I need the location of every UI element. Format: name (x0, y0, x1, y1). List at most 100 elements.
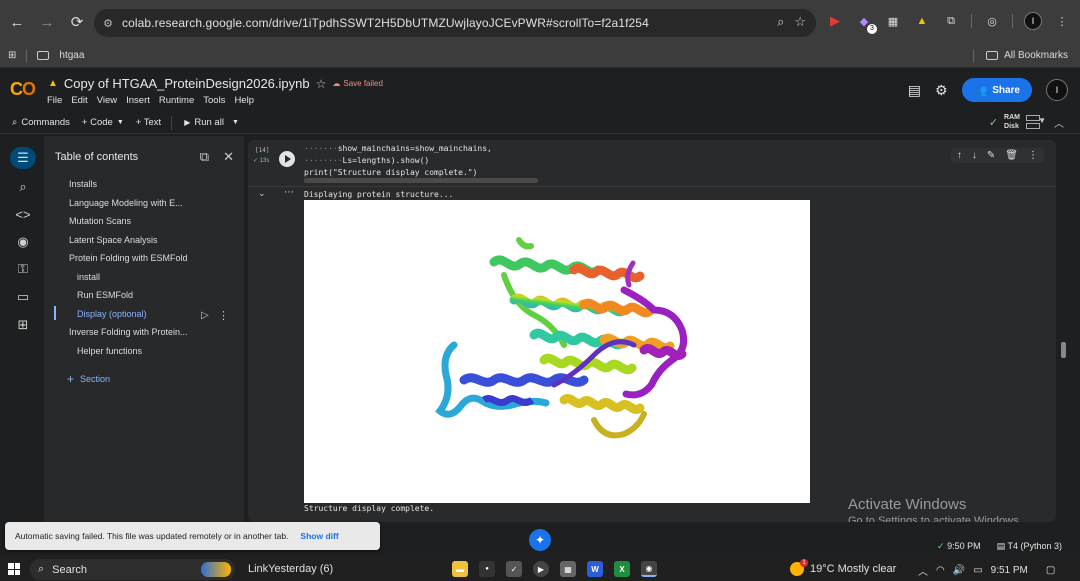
menu-file[interactable]: File (47, 95, 62, 106)
extension-icon[interactable]: ◆ 3 (855, 12, 877, 34)
toc-item-mutation-scans[interactable]: Mutation Scans (69, 216, 131, 226)
add-section-button[interactable]: + Section (67, 372, 110, 386)
move-up-icon[interactable]: ↑ (957, 150, 962, 161)
code-editor[interactable]: ·······show_mainchains=show_mainchains, … (304, 143, 492, 179)
notifications-icon[interactable]: ▢ (1046, 565, 1055, 576)
battery-icon[interactable]: ▭ (973, 565, 982, 576)
code-line-3[interactable]: print("Structure display complete.") (304, 168, 477, 177)
url-text[interactable]: colab.research.google.com/drive/1iTpdhSS… (122, 16, 649, 30)
notebook-title[interactable]: Copy of HTGAA_ProteinDesign2026.ipynb (64, 76, 310, 91)
clock[interactable]: 9:51 PM (991, 565, 1028, 576)
zoom-icon[interactable]: ⌕ (777, 14, 784, 30)
resource-monitor[interactable]: ✓ RAM Disk (989, 113, 1040, 131)
toc-item-display[interactable]: Display (optional) (77, 309, 147, 319)
commands-button[interactable]: ⌕ Commands (12, 117, 70, 128)
toc-item-run-esmfold[interactable]: Run ESMFold (77, 290, 133, 300)
collapse-up-icon[interactable]: ︿ (1054, 115, 1064, 130)
code-line-2[interactable]: Ls=lengths).show() (343, 156, 430, 165)
word-icon[interactable]: W (587, 561, 603, 577)
protein-3d-render[interactable] (304, 200, 810, 503)
app-check-icon[interactable]: ✓ (506, 561, 522, 577)
taskbar-news[interactable]: LinkYesterday (6) (248, 563, 333, 575)
all-bookmarks-link[interactable]: All Bookmarks (1004, 50, 1068, 61)
apps-grid-icon[interactable]: ⊞ (8, 50, 16, 61)
star-icon[interactable]: ☆ (316, 77, 327, 91)
puzzle-extensions-icon[interactable]: ⧉ (942, 12, 960, 30)
last-run-status[interactable]: ✓ 9:50 PM (937, 541, 981, 552)
data-table-icon[interactable]: ⊞ (12, 314, 34, 336)
secrets-key-icon[interactable]: ⚿ (12, 258, 34, 280)
weather-widget[interactable]: 1 19°C Mostly clear (790, 559, 896, 576)
search-highlight-icon[interactable] (201, 562, 231, 577)
save-status[interactable]: Save failed (343, 79, 383, 88)
output-menu-icon[interactable]: ⋯ (284, 187, 294, 198)
bookmark-star-icon[interactable]: ☆ (794, 14, 806, 30)
address-bar[interactable]: ⚙ colab.research.google.com/drive/1iTpdh… (94, 9, 816, 37)
code-cell[interactable]: [14] ✓ 13s ·······show_mainchains=show_m… (248, 140, 1056, 522)
chevron-down-icon[interactable]: ▼ (232, 119, 239, 126)
horizontal-scrollbar[interactable] (304, 178, 538, 183)
forward-icon[interactable]: → (34, 9, 60, 35)
file-explorer-icon[interactable]: ▬ (452, 561, 468, 577)
toc-item-language-modeling[interactable]: Language Modeling with E... (69, 198, 183, 208)
menu-edit[interactable]: Edit (71, 95, 87, 106)
toc-item-inverse-folding[interactable]: Inverse Folding with Protein... (69, 327, 188, 337)
chrome-icon[interactable]: ◉ (641, 561, 657, 577)
tray-chevron-up-icon[interactable]: ︿ (918, 563, 928, 578)
vertical-scrollbar[interactable] (1061, 342, 1066, 358)
comments-icon[interactable]: ▤ (908, 82, 921, 99)
bookmark-folder-htgaa[interactable]: htgaa (59, 50, 84, 61)
code-snippets-icon[interactable]: <> (12, 203, 34, 225)
collapse-output-icon[interactable]: ⌄ (258, 188, 266, 199)
variables-icon[interactable]: ◉ (12, 231, 34, 253)
open-in-tab-icon[interactable]: ⧉ (200, 149, 209, 165)
colab-logo[interactable]: CO (10, 79, 36, 100)
app-grid-icon[interactable]: ▦ (560, 561, 576, 577)
gemini-sparkle-icon[interactable]: ✦ (529, 529, 551, 551)
edit-pen-icon[interactable]: ✎ (987, 150, 995, 161)
account-avatar[interactable]: I (1046, 79, 1068, 101)
run-all-button[interactable]: ▶ Run all ▼ (184, 117, 239, 128)
wifi-icon[interactable]: ◠ (936, 565, 945, 576)
drive-extension-icon[interactable]: ▲ (913, 12, 931, 30)
taskbar-search[interactable]: ⌕ Search (30, 559, 235, 580)
toc-item-installs[interactable]: Installs (69, 179, 97, 189)
cell-more-icon[interactable]: ⋮ (1028, 150, 1038, 161)
show-diff-button[interactable]: Show diff (300, 531, 338, 541)
menu-runtime[interactable]: Runtime (159, 95, 194, 106)
share-button[interactable]: 👥 Share (961, 78, 1032, 102)
grid-extension-icon[interactable]: ▦ (884, 12, 902, 30)
menu-tools[interactable]: Tools (203, 95, 225, 106)
volume-icon[interactable]: 🔊 (953, 565, 965, 576)
toc-item-latent-space[interactable]: Latent Space Analysis (69, 235, 158, 245)
chevron-down-icon[interactable]: ▼ (117, 119, 124, 126)
profile-avatar[interactable]: I (1024, 12, 1042, 30)
move-down-icon[interactable]: ↓ (972, 150, 977, 161)
protein-structure-viewer[interactable] (304, 200, 810, 503)
code-line-1[interactable]: show_mainchains=show_mainchains, (338, 144, 492, 153)
runtime-status[interactable]: ▤ T4 (Python 3) (997, 541, 1062, 552)
menu-help[interactable]: Help (234, 95, 254, 106)
youtube-extension-icon[interactable]: ▶ (826, 12, 844, 30)
toc-item-install[interactable]: install (77, 272, 100, 282)
run-cell-button[interactable] (279, 151, 295, 167)
excel-icon[interactable]: X (614, 561, 630, 577)
site-info-icon[interactable]: ⚙ (94, 17, 122, 30)
chevron-down-icon[interactable]: ▼ (1038, 116, 1046, 125)
app-dot-icon[interactable]: ● (479, 561, 495, 577)
files-folder-icon[interactable]: ▭ (12, 286, 34, 308)
run-section-icon[interactable]: ▷ (201, 310, 209, 321)
back-icon[interactable]: ← (4, 9, 30, 35)
toc-item-helper-functions[interactable]: Helper functions (77, 346, 142, 356)
tab-search-icon[interactable]: ◎ (983, 12, 1001, 30)
add-text-button[interactable]: + Text (136, 117, 161, 128)
windows-start-icon[interactable] (8, 563, 20, 575)
media-player-icon[interactable]: ▶ (533, 561, 549, 577)
section-more-icon[interactable]: ⋮ (218, 309, 229, 322)
menu-view[interactable]: View (97, 95, 117, 106)
find-replace-icon[interactable]: ⌕ (12, 176, 34, 198)
browser-menu-icon[interactable]: ⋮ (1053, 12, 1071, 30)
close-icon[interactable]: ✕ (223, 149, 234, 165)
toc-list-icon[interactable]: ☰ (10, 147, 36, 169)
add-code-button[interactable]: + Code ▼ (82, 117, 124, 128)
